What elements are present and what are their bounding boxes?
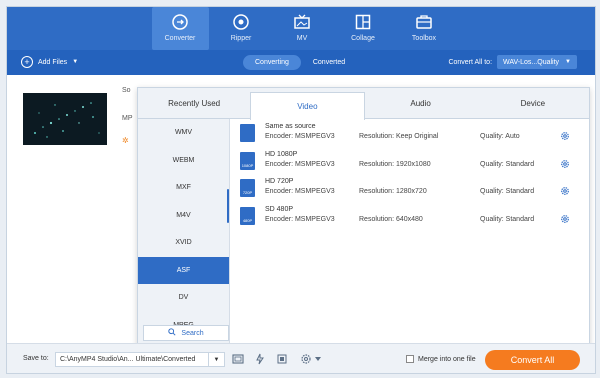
save-to-label: Save to:	[23, 355, 49, 362]
mv-icon	[293, 13, 311, 31]
nav-ripper-label: Ripper	[230, 35, 252, 42]
profile-name: Same as source	[265, 123, 316, 130]
bottom-bar: Save to: C:\AnyMP4 Studio\An... Ultimate…	[7, 343, 595, 373]
convert-all-value: WAV-Los...Quality	[503, 58, 560, 66]
profile-resolution: Resolution: Keep Original	[359, 133, 439, 140]
profile-quality: Quality: Standard	[480, 160, 535, 168]
format-search-button[interactable]: Search	[143, 325, 229, 341]
file-format-icon	[240, 124, 255, 142]
format-panel: Recently Used Video Audio Device WMV WEB…	[137, 87, 590, 349]
converter-icon	[171, 13, 189, 31]
file-name: So	[122, 87, 131, 94]
nav-mv-label: MV	[296, 35, 308, 42]
format-item-wmv[interactable]: WMV	[138, 119, 229, 147]
nav-collage[interactable]: Collage	[335, 7, 392, 50]
folder-icon[interactable]	[231, 352, 245, 366]
format-item-xvid[interactable]: XVID	[138, 229, 229, 257]
profile-resolution: Resolution: 1280x720	[359, 188, 427, 195]
convert-all-format: Convert All to: WAV-Los...Quality ▼	[448, 55, 577, 69]
chevron-down-icon: ▼	[565, 59, 571, 65]
profile-name: SD 480P	[265, 205, 294, 213]
tab-recently-used[interactable]: Recently Used	[138, 88, 250, 118]
add-files-button[interactable]: + Add Files ▼	[21, 56, 78, 68]
gear-icon[interactable]	[560, 214, 570, 224]
profile-row[interactable]: 1080P HD 1080P Encoder: MSMPEGV3 Resolut…	[238, 149, 583, 177]
format-item-mxf[interactable]: MXF	[138, 174, 229, 202]
tab-device[interactable]: Device	[477, 88, 589, 118]
profile-encoder: Encoder: MSMPEGV3	[265, 160, 335, 168]
nav-ripper[interactable]: Ripper	[213, 7, 270, 50]
nav-mv[interactable]: MV	[274, 7, 331, 50]
profile-name: HD 1080P	[265, 150, 298, 158]
nav-converter-label: Converter	[164, 35, 196, 42]
nav-converter[interactable]: Converter	[151, 7, 209, 50]
settings-gear-icon[interactable]	[299, 352, 329, 366]
ripper-icon	[232, 13, 250, 31]
profile-quality: Quality: Auto	[480, 133, 520, 140]
tab-converting[interactable]: Converting	[243, 55, 301, 70]
format-item-asf[interactable]: ASF	[138, 256, 229, 284]
profile-quality: Quality: Standard	[480, 215, 535, 223]
save-path-field[interactable]: C:\AnyMP4 Studio\An... Ultimate\Converte…	[55, 352, 225, 367]
profile-row[interactable]: 720P HD 720P Encoder: MSMPEGV3 Resolutio…	[238, 176, 583, 204]
tab-video[interactable]: Video	[250, 92, 365, 120]
profile-row[interactable]: 480P SD 480P Encoder: MSMPEGV3 Resolutio…	[238, 204, 583, 232]
nav-toolbox-label: Toolbox	[411, 35, 437, 42]
file-format-icon: 480P	[240, 206, 255, 225]
add-files-label: Add Files	[38, 58, 68, 66]
gear-icon[interactable]	[560, 131, 570, 141]
nav-toolbox[interactable]: Toolbox	[396, 7, 453, 50]
merge-option[interactable]: Merge into one file	[406, 355, 476, 363]
collage-icon	[354, 13, 372, 31]
file-format: MP	[122, 115, 133, 122]
sub-toolbar: + Add Files ▼ Converting Converted Conve…	[7, 50, 595, 75]
search-icon	[168, 328, 176, 338]
profile-quality: Quality: Standard	[480, 188, 535, 195]
profile-encoder: Encoder: MSMPEGV3	[265, 188, 335, 195]
nav-collage-label: Collage	[351, 35, 375, 42]
save-path-value: C:\AnyMP4 Studio\An... Ultimate\Converte…	[60, 356, 196, 363]
gear-icon[interactable]	[560, 186, 570, 196]
format-tabs: Recently Used Video Audio Device	[138, 88, 589, 120]
tab-converted[interactable]: Converted	[301, 55, 357, 70]
convert-all-label: Convert All to:	[448, 58, 493, 66]
convert-all-button[interactable]: Convert All	[485, 350, 580, 370]
profile-row[interactable]: Same as source Encoder: MSMPEGV3 Resolut…	[238, 121, 583, 149]
gear-icon[interactable]	[560, 159, 570, 169]
format-item-webm[interactable]: WEBM	[138, 147, 229, 175]
app-window: Converter Ripper MV Collage Toolbox + Ad…	[6, 6, 596, 374]
merge-label: Merge into one file	[418, 355, 476, 363]
profile-resolution: Resolution: 640x480	[359, 215, 423, 223]
format-item-m4v[interactable]: M4V	[138, 202, 229, 230]
tab-audio[interactable]: Audio	[365, 88, 477, 118]
profile-name: HD 720P	[265, 178, 294, 185]
convert-all-select[interactable]: WAV-Los...Quality ▼	[497, 55, 577, 69]
format-list: WMV WEBM MXF M4V XVID ASF DV MPEG Search	[138, 119, 230, 349]
format-list-scrollbar[interactable]	[227, 189, 229, 223]
profile-encoder: Encoder: MSMPEGV3	[265, 133, 335, 140]
format-item-dv[interactable]: DV	[138, 284, 229, 312]
search-label: Search	[181, 329, 204, 337]
chevron-down-icon: ▼	[72, 59, 79, 65]
gpu-icon[interactable]	[275, 352, 289, 366]
profile-resolution: Resolution: 1920x1080	[359, 160, 431, 168]
hardware-acceleration-icon[interactable]	[253, 352, 267, 366]
top-toolbar: Converter Ripper MV Collage Toolbox	[7, 7, 595, 50]
file-format-icon: 720P	[240, 179, 255, 197]
plus-icon: +	[21, 56, 33, 68]
profile-encoder: Encoder: MSMPEGV3	[265, 215, 335, 223]
main-nav: Converter Ripper MV Collage Toolbox	[7, 7, 595, 50]
profile-list: Same as source Encoder: MSMPEGV3 Resolut…	[238, 121, 583, 231]
edit-star-icon[interactable]: ✲	[122, 136, 129, 145]
video-thumbnail[interactable]	[23, 93, 107, 145]
chevron-down-icon[interactable]: ▼	[208, 353, 224, 366]
toolbox-icon	[415, 13, 433, 31]
merge-checkbox[interactable]	[406, 355, 414, 363]
file-format-icon: 1080P	[240, 151, 255, 170]
mode-tabs: Converting Converted	[243, 55, 357, 70]
